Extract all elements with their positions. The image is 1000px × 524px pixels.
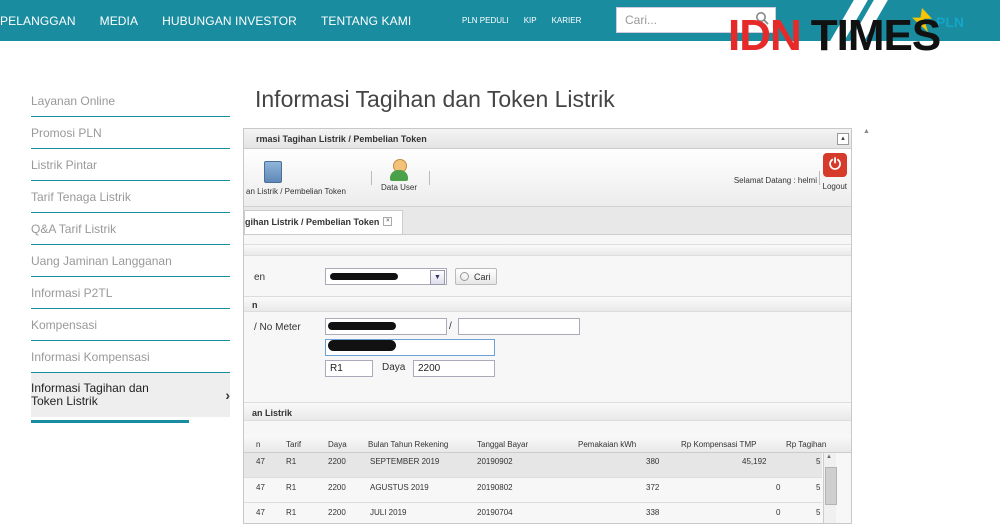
sidebar-item-layanan-online[interactable]: Layanan Online	[31, 85, 230, 117]
meter-label: / No Meter	[254, 322, 301, 333]
sidebar-item-listrik-pintar[interactable]: Listrik Pintar	[31, 149, 230, 181]
redacted-mask	[328, 322, 396, 330]
slash-separator: /	[449, 321, 452, 332]
nama-field[interactable]	[325, 339, 495, 356]
logout-button[interactable]: Logout	[823, 182, 847, 191]
sidebar-item-uang-jaminan[interactable]: Uang Jaminan Langganan	[31, 245, 230, 277]
redacted-mask	[330, 273, 398, 280]
sidebar-item-kompensasi[interactable]: Kompensasi	[31, 309, 230, 341]
tab-strip: gihan Listrik / Pembelian Token ×	[244, 207, 851, 235]
tarif-field[interactable]: R1	[325, 360, 373, 377]
sidebar-item-promosi-pln[interactable]: Promosi PLN	[31, 117, 230, 149]
search-placeholder: Cari...	[625, 13, 658, 27]
nav-tentang-kami[interactable]: TENTANG KAMI	[321, 14, 411, 28]
daya-label: Daya	[382, 362, 406, 373]
scroll-up-icon[interactable]: ▲	[826, 454, 832, 460]
id-label: en	[254, 272, 266, 283]
table-scrollbar[interactable]: ▲	[823, 453, 837, 523]
section-header-tagihan: an Listrik	[244, 402, 851, 421]
daya-field[interactable]: 2200	[413, 360, 495, 377]
table-header: n Tarif Daya Bulan Tahun Rekening Tangga…	[244, 435, 851, 453]
nav-karier[interactable]: KARIER	[552, 16, 582, 25]
secondary-nav: PLN PEDULI KIP KARIER	[462, 0, 596, 41]
table-row[interactable]: 47 R1 2200 SEPTEMBER 2019 20190902 380 4…	[244, 453, 822, 478]
search-icon	[460, 272, 469, 281]
page-scroll-up-icon[interactable]: ▲	[863, 128, 870, 135]
calculator-icon	[264, 161, 282, 183]
user-icon	[389, 159, 409, 181]
power-icon[interactable]: ⏻	[823, 153, 847, 177]
sidebar: Layanan Online Promosi PLN Listrik Pinta…	[31, 85, 230, 423]
toolbar-separator	[371, 171, 372, 185]
toolbar-separator	[429, 171, 430, 185]
close-icon[interactable]: ×	[383, 217, 393, 226]
id-row: en ▼ Cari	[244, 256, 851, 296]
redacted-mask	[328, 340, 396, 351]
welcome-text: Selamat Datang : helmi	[733, 176, 817, 185]
page-title: Informasi Tagihan dan Token Listrik	[255, 86, 615, 112]
toolbar-separator	[819, 171, 820, 185]
chevron-right-icon: ›	[225, 387, 230, 403]
idn-times-watermark: IDN TIMES	[728, 11, 941, 60]
nav-pln-peduli[interactable]: PLN PEDULI	[462, 16, 509, 25]
data-user-button[interactable]: Data User	[381, 159, 417, 192]
nav-media[interactable]: MEDIA	[100, 14, 139, 28]
table-row[interactable]: 47 R1 2200 JULI 2019 20190704 338 0 5	[244, 503, 822, 523]
nav-hubungan-investor[interactable]: HUBUNGAN INVESTOR	[162, 14, 297, 28]
scroll-thumb[interactable]	[825, 467, 837, 505]
main-nav: PELANGGAN MEDIA HUBUNGAN INVESTOR TENTAN…	[0, 0, 435, 41]
section-header-blank	[244, 244, 851, 256]
id-select[interactable]: ▼	[325, 268, 447, 285]
active-indicator	[31, 420, 189, 423]
sidebar-item-informasi-tagihan[interactable]: Informasi Tagihan dan Token Listrik ›	[31, 373, 230, 417]
section-header-pelanggan: n	[244, 296, 851, 312]
billing-app-panel: rmasi Tagihan Listrik / Pembelian Token …	[243, 128, 852, 524]
sidebar-item-informasi-kompensasi[interactable]: Informasi Kompensasi	[31, 341, 230, 373]
nav-pelanggan[interactable]: PELANGGAN	[0, 14, 76, 28]
sidebar-item-informasi-p2tl[interactable]: Informasi P2TL	[31, 277, 230, 309]
no-meter-field[interactable]	[458, 318, 580, 335]
chevron-down-icon[interactable]: ▼	[430, 270, 445, 285]
cari-button[interactable]: Cari	[455, 268, 497, 285]
billing-table: n Tarif Daya Bulan Tahun Rekening Tangga…	[244, 421, 851, 523]
meter-rows: / No Meter / R1 Daya 2200	[244, 312, 851, 402]
sidebar-item-qa-tarif-listrik[interactable]: Q&A Tarif Listrik	[31, 213, 230, 245]
sidebar-item-tarif-tenaga-listrik[interactable]: Tarif Tenaga Listrik	[31, 181, 230, 213]
nav-kip[interactable]: KIP	[524, 16, 537, 25]
panel-title: rmasi Tagihan Listrik / Pembelian Token	[244, 129, 851, 149]
collapse-icon[interactable]: ▴	[837, 133, 849, 145]
toolbar: an Listrik / Pembelian Token Data User S…	[244, 149, 851, 207]
table-row[interactable]: 47 R1 2200 AGUSTUS 2019 20190802 372 0 5	[244, 478, 822, 503]
tab-tagihan[interactable]: gihan Listrik / Pembelian Token ×	[244, 210, 404, 234]
tagihan-button[interactable]: an Listrik / Pembelian Token	[246, 161, 346, 196]
id-pelanggan-field[interactable]	[325, 318, 447, 335]
